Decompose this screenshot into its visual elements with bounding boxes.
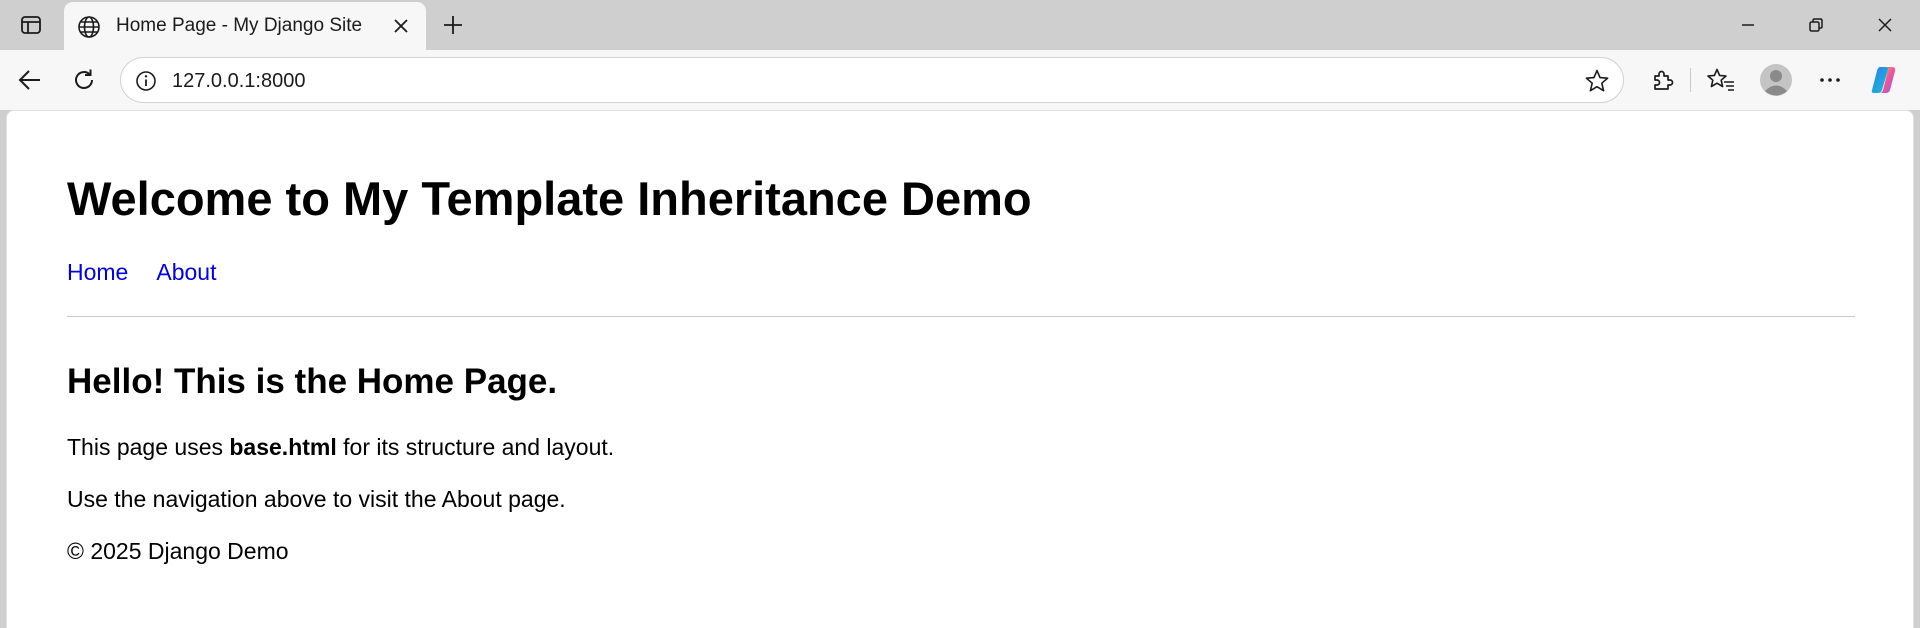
puzzle-icon[interactable]	[1644, 62, 1680, 98]
tab-title: Home Page - My Django Site	[116, 15, 363, 36]
site-title: Welcome to My Template Inheritance Demo	[67, 172, 1032, 225]
favorites-icon[interactable]	[1703, 62, 1739, 98]
page-heading: Hello! This is the Home Page.	[67, 362, 558, 401]
close-icon[interactable]	[1862, 6, 1908, 44]
address-bar[interactable]: 127.0.0.1:8000	[120, 57, 1624, 103]
copilot-icon[interactable]	[1866, 62, 1902, 98]
intro-text-after: for its structure and layout.	[336, 434, 615, 460]
nav-link-home[interactable]: Home	[67, 259, 128, 286]
intro-text-bold: base.html	[229, 434, 337, 460]
intro-paragraph: This page uses base.html for its structu…	[67, 434, 614, 461]
browser-toolbar: 127.0.0.1:8000	[0, 50, 1920, 110]
restore-icon[interactable]	[1793, 6, 1839, 44]
browser-tab[interactable]: Home Page - My Django Site	[64, 2, 426, 50]
intro-text-before: This page uses	[67, 434, 230, 460]
back-arrow-icon[interactable]	[12, 62, 48, 98]
horizontal-rule	[67, 316, 1855, 317]
navigation-hint-paragraph: Use the navigation above to visit the Ab…	[67, 486, 566, 512]
info-icon[interactable]	[133, 68, 159, 94]
plus-icon[interactable]	[436, 8, 470, 42]
page-viewport: Welcome to My Template Inheritance Demo …	[6, 110, 1914, 628]
close-icon[interactable]	[388, 13, 414, 39]
more-icon[interactable]	[1812, 62, 1848, 98]
nav-link-about[interactable]: About	[156, 259, 216, 286]
toolbar-divider	[1690, 68, 1691, 92]
tab-actions-icon[interactable]	[10, 8, 52, 42]
tab-strip: Home Page - My Django Site	[0, 0, 1920, 50]
url-text[interactable]: 127.0.0.1:8000	[172, 70, 305, 93]
star-icon[interactable]	[1583, 67, 1611, 95]
globe-icon	[76, 14, 102, 40]
avatar-icon[interactable]	[1758, 62, 1794, 98]
footer-text: © 2025 Django Demo	[67, 538, 289, 564]
minimize-icon[interactable]	[1725, 6, 1771, 44]
site-nav: Home About	[67, 259, 216, 286]
reload-icon[interactable]	[66, 62, 102, 98]
